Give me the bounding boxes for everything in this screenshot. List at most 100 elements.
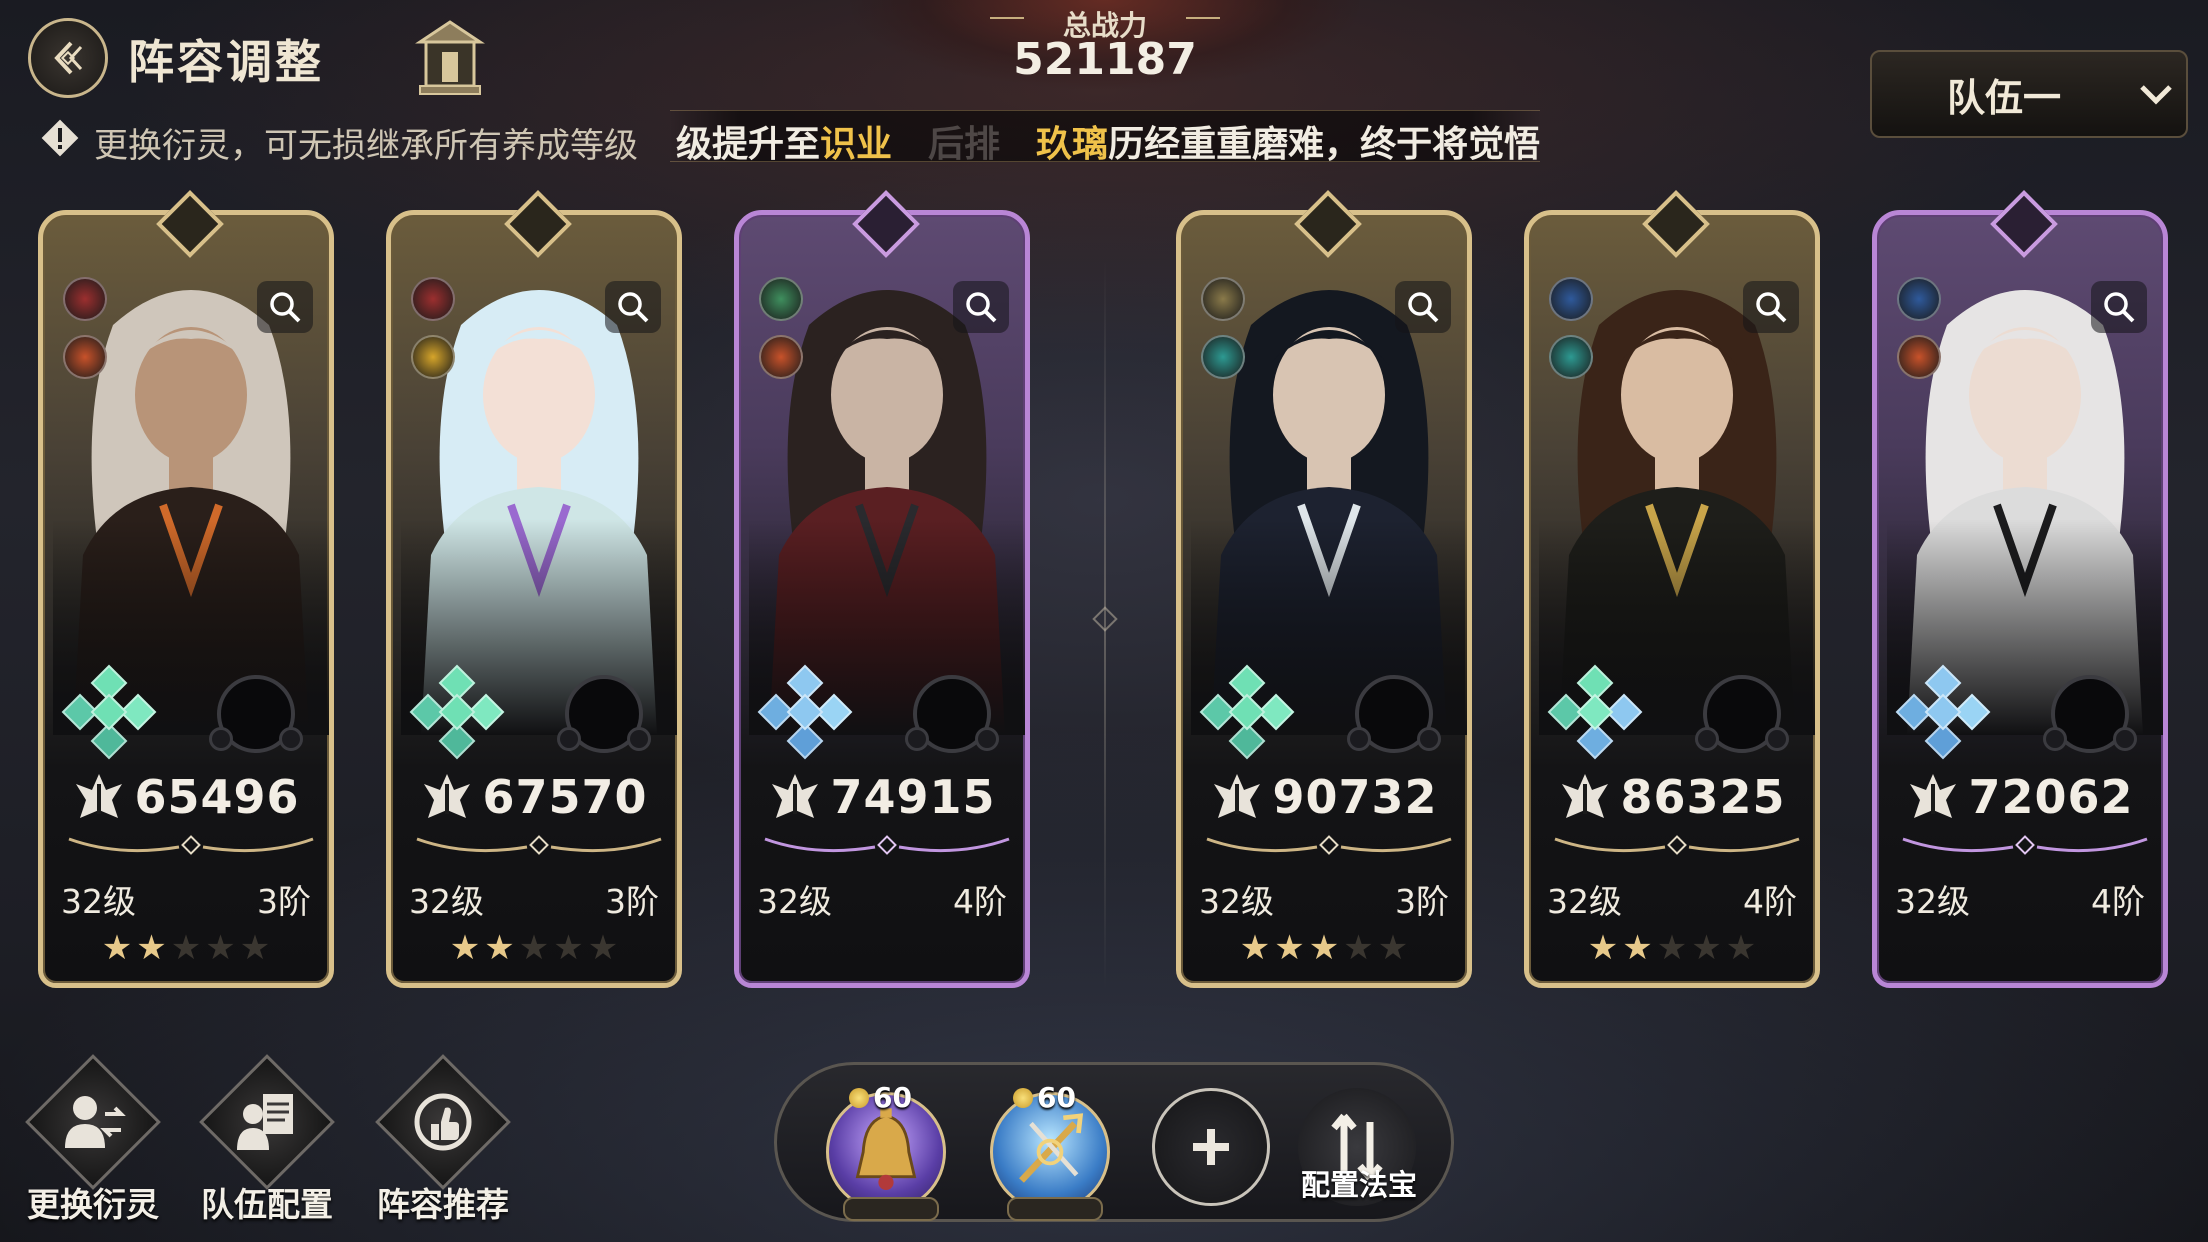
gem-cluster xyxy=(1547,664,1643,760)
marquee-text-2: 历经重重磨难，终于将觉悟 xyxy=(1108,124,1540,162)
inspect-button[interactable] xyxy=(1395,281,1451,333)
star-rating: ★ ★ ★ ★ ★ xyxy=(1181,931,1467,965)
treasure-slot-2[interactable]: 60 xyxy=(990,1081,1110,1221)
combat-power-icon xyxy=(772,774,819,818)
inspect-button[interactable] xyxy=(605,281,661,333)
inspect-button[interactable] xyxy=(1743,281,1799,333)
search-icon xyxy=(1408,292,1439,323)
swap-spirit-button[interactable]: 更换衍灵 xyxy=(18,1054,168,1226)
announcement-marquee: 级提升至识业 后排 玖璃历经重重磨难，终于将觉悟 xyxy=(670,110,1540,162)
sword-icon xyxy=(1897,277,1941,321)
recommend-icon xyxy=(414,1093,472,1151)
wind-element-icon xyxy=(759,277,803,321)
tip-text: 更换衍灵，可无损继承所有养成等级 xyxy=(94,126,638,166)
hero-card-2[interactable]: 67570 32级 3阶 ★ ★ ★ ★ ★ xyxy=(386,190,682,988)
equipment-slot[interactable] xyxy=(905,675,999,753)
hero-power-row: 86325 xyxy=(1529,770,1815,824)
card-frame: 65496 32级 3阶 ★ ★ ★ ★ ★ xyxy=(38,210,334,988)
star-rating: ★ ★ ★ ★ ★ xyxy=(1529,931,1815,965)
star-icon: ★ xyxy=(484,928,515,968)
card-ornament xyxy=(1902,835,2148,855)
hero-card-6[interactable]: 72062 32级 4阶 xyxy=(1872,190,2168,988)
hero-card-5[interactable]: 86325 32级 4阶 ★ ★ ★ ★ ★ xyxy=(1524,190,1820,988)
hero-power: 72062 xyxy=(1968,770,2134,824)
fire-element-icon xyxy=(1897,335,1941,379)
star-icon: ★ xyxy=(1587,928,1619,968)
star-icon: ★ xyxy=(449,928,481,968)
hero-stage: 4阶 xyxy=(2091,882,2145,921)
gem-slot xyxy=(1576,693,1614,731)
equipment-slot[interactable] xyxy=(209,675,303,753)
card-frame: 90732 32级 3阶 ★ ★ ★ ★ ★ xyxy=(1176,210,1472,988)
hero-power-row: 67570 xyxy=(391,770,677,824)
team-config-button[interactable]: 队伍配置 xyxy=(192,1054,342,1226)
gem-cluster xyxy=(757,664,853,760)
plus-icon xyxy=(1193,1129,1229,1165)
gem-cluster xyxy=(1199,664,1295,760)
treasure-cost-value-1: 60 xyxy=(873,1081,912,1114)
coin-icon xyxy=(1013,1087,1033,1108)
treasure-base-2 xyxy=(1007,1197,1103,1221)
inspect-button[interactable] xyxy=(2091,281,2147,333)
star-icon: ★ xyxy=(205,928,236,968)
card-frame: 72062 32级 4阶 xyxy=(1872,210,2168,988)
divider-diamond xyxy=(1092,606,1118,632)
card-frame: 67570 32级 3阶 ★ ★ ★ ★ ★ xyxy=(386,210,682,988)
equipment-slot[interactable] xyxy=(557,675,651,753)
chevron-down-icon xyxy=(2126,82,2186,106)
hero-power: 74915 xyxy=(830,770,996,824)
star-icon: ★ xyxy=(1274,928,1305,968)
marquee-text-1: 级提升至 xyxy=(676,124,821,162)
hero-power: 90732 xyxy=(1272,770,1438,824)
hero-power-row: 72062 xyxy=(1877,770,2163,824)
card-ornament xyxy=(1206,835,1452,855)
add-treasure-button[interactable] xyxy=(1152,1088,1270,1206)
hero-stage: 4阶 xyxy=(953,882,1007,921)
hero-level: 32级 xyxy=(1895,882,1970,921)
combat-power-icon xyxy=(424,774,471,818)
hero-power-row: 74915 xyxy=(739,770,1025,824)
inspect-button[interactable] xyxy=(953,281,1009,333)
team-dropdown[interactable]: 队伍一 xyxy=(1870,50,2188,138)
hero-card-3[interactable]: 74915 32级 4阶 xyxy=(734,190,1030,988)
card-frame: 74915 32级 4阶 xyxy=(734,210,1030,988)
hero-power: 65496 xyxy=(134,770,300,824)
equipment-slot[interactable] xyxy=(2043,675,2137,753)
star-icon: ★ xyxy=(1656,928,1688,968)
weapon-icon xyxy=(63,277,107,321)
star-icon: ★ xyxy=(518,928,550,968)
card-ornament xyxy=(68,835,314,855)
combat-power-icon xyxy=(1562,774,1609,818)
treasure-base-1 xyxy=(843,1197,939,1221)
equipment-slot[interactable] xyxy=(1695,675,1789,753)
equipment-slot[interactable] xyxy=(1347,675,1441,753)
hero-card-4[interactable]: 90732 32级 3阶 ★ ★ ★ ★ ★ xyxy=(1176,190,1472,988)
weapon-icon xyxy=(411,277,455,321)
water-element-icon xyxy=(1549,335,1593,379)
card-ornament xyxy=(1554,835,1800,855)
search-icon xyxy=(1756,292,1787,323)
back-arrow-icon xyxy=(54,41,83,75)
star-icon: ★ xyxy=(136,928,167,968)
team-dropdown-label: 队伍一 xyxy=(1946,75,2061,120)
gem-slot xyxy=(786,693,824,731)
back-button[interactable] xyxy=(28,18,108,98)
warning-icon xyxy=(41,119,79,157)
star-icon: ★ xyxy=(239,928,271,968)
star-icon: ★ xyxy=(1691,928,1722,968)
hero-card-1[interactable]: 65496 32级 3阶 ★ ★ ★ ★ ★ xyxy=(38,190,334,988)
hero-level: 32级 xyxy=(61,882,136,921)
pagoda-icon[interactable] xyxy=(410,16,490,100)
page-title: 阵容调整 xyxy=(128,35,324,89)
recommend-button[interactable]: 阵容推荐 xyxy=(368,1054,518,1226)
star-icon: ★ xyxy=(1239,928,1271,968)
sword-icon xyxy=(1549,277,1593,321)
treasure-slot-1[interactable]: 60 xyxy=(826,1081,946,1221)
treasure-cost-2: 60 xyxy=(1013,1081,1076,1114)
gem-slot xyxy=(1924,693,1962,731)
coin-icon xyxy=(849,1087,869,1108)
star-icon: ★ xyxy=(587,928,619,968)
search-icon xyxy=(2104,292,2135,323)
gem-cluster xyxy=(61,664,157,760)
inspect-button[interactable] xyxy=(257,281,313,333)
